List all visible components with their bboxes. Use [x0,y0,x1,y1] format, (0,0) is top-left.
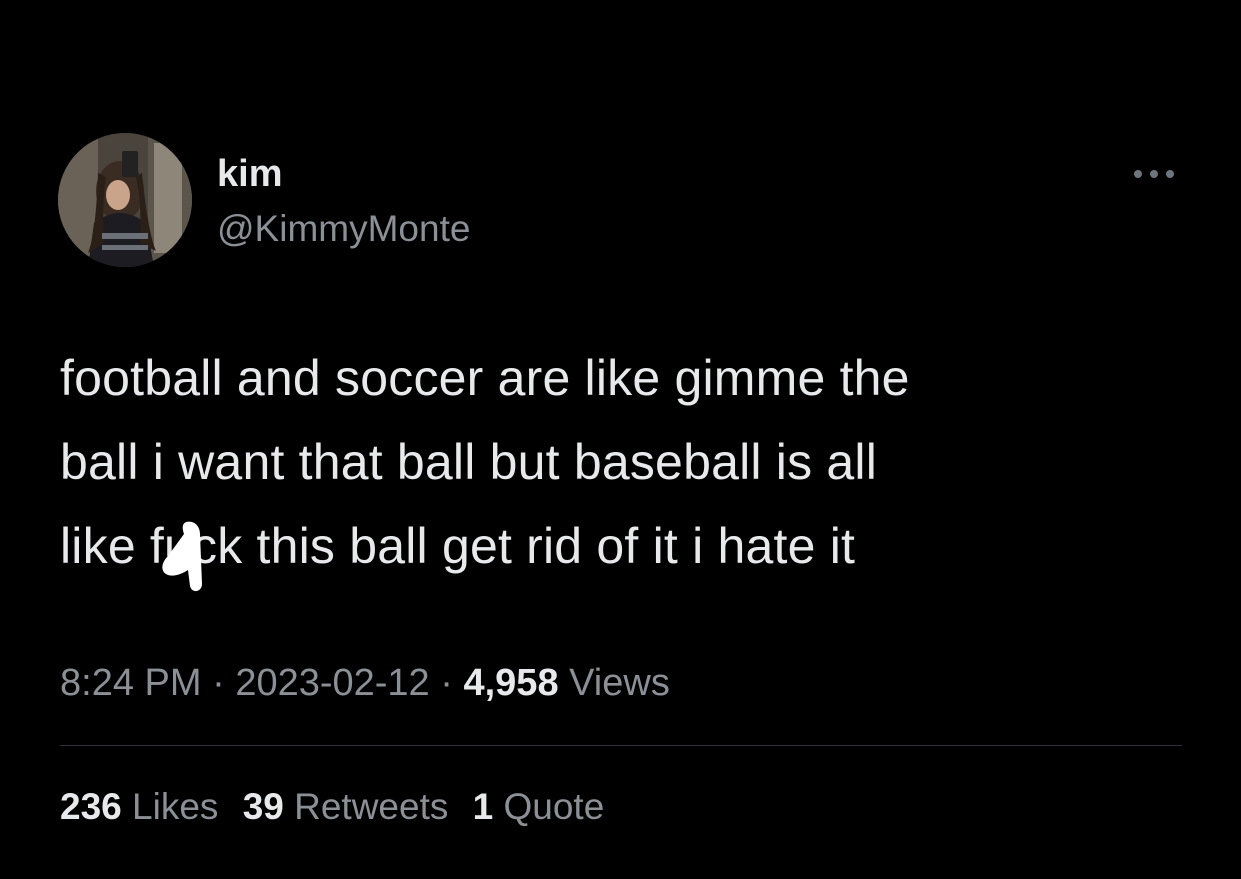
divider [60,745,1182,746]
views-label: Views [569,662,670,704]
censored-letter: u [162,504,203,592]
tweet-text: football and soccer are like gimme the b… [60,336,1180,592]
retweets-label: Retweets [294,786,449,827]
quotes-label: Quote [503,786,605,827]
tweet-time[interactable]: 8:24 PM [60,662,202,704]
engagement-stats: 236 Likes 39 Retweets 1 Quote [60,780,618,834]
likes-label: Likes [132,786,219,827]
retweets-count: 39 [242,786,284,827]
author-handle[interactable]: @KimmyMonte [217,207,470,251]
tweet-text-fragment: like f [60,518,165,574]
quotes-count: 1 [472,786,494,827]
tweet-text-line: ball i want that ball but baseball is al… [60,434,878,490]
views-count: 4,958 [463,662,559,704]
tweet-text-line: football and soccer are like gimme the [60,350,910,406]
quotes-stat[interactable]: 1 Quote [473,786,605,827]
profile-photo-icon [58,133,192,267]
author-name[interactable]: kim [217,152,282,196]
retweets-stat[interactable]: 39 Retweets [243,786,449,827]
tweet-date[interactable]: 2023-02-12 [235,662,429,704]
more-options-icon[interactable] [1128,160,1180,188]
likes-count: 236 [60,786,122,827]
tweet-card: kim @KimmyMonte football and soccer are … [0,0,1241,879]
tweet-text-line: like fuck this ball get rid of it i hate… [60,504,1180,592]
meta-separator: · [440,662,453,704]
censor-scribble-icon [162,521,203,592]
meta-separator: · [212,662,225,704]
likes-stat[interactable]: 236 Likes [60,786,218,827]
tweet-meta: 8:24 PM · 2023-02-12 · 4,958 Views [60,656,670,710]
avatar[interactable] [58,133,192,267]
tweet-text-fragment: ck this ball get rid of it i hate it [192,518,856,574]
